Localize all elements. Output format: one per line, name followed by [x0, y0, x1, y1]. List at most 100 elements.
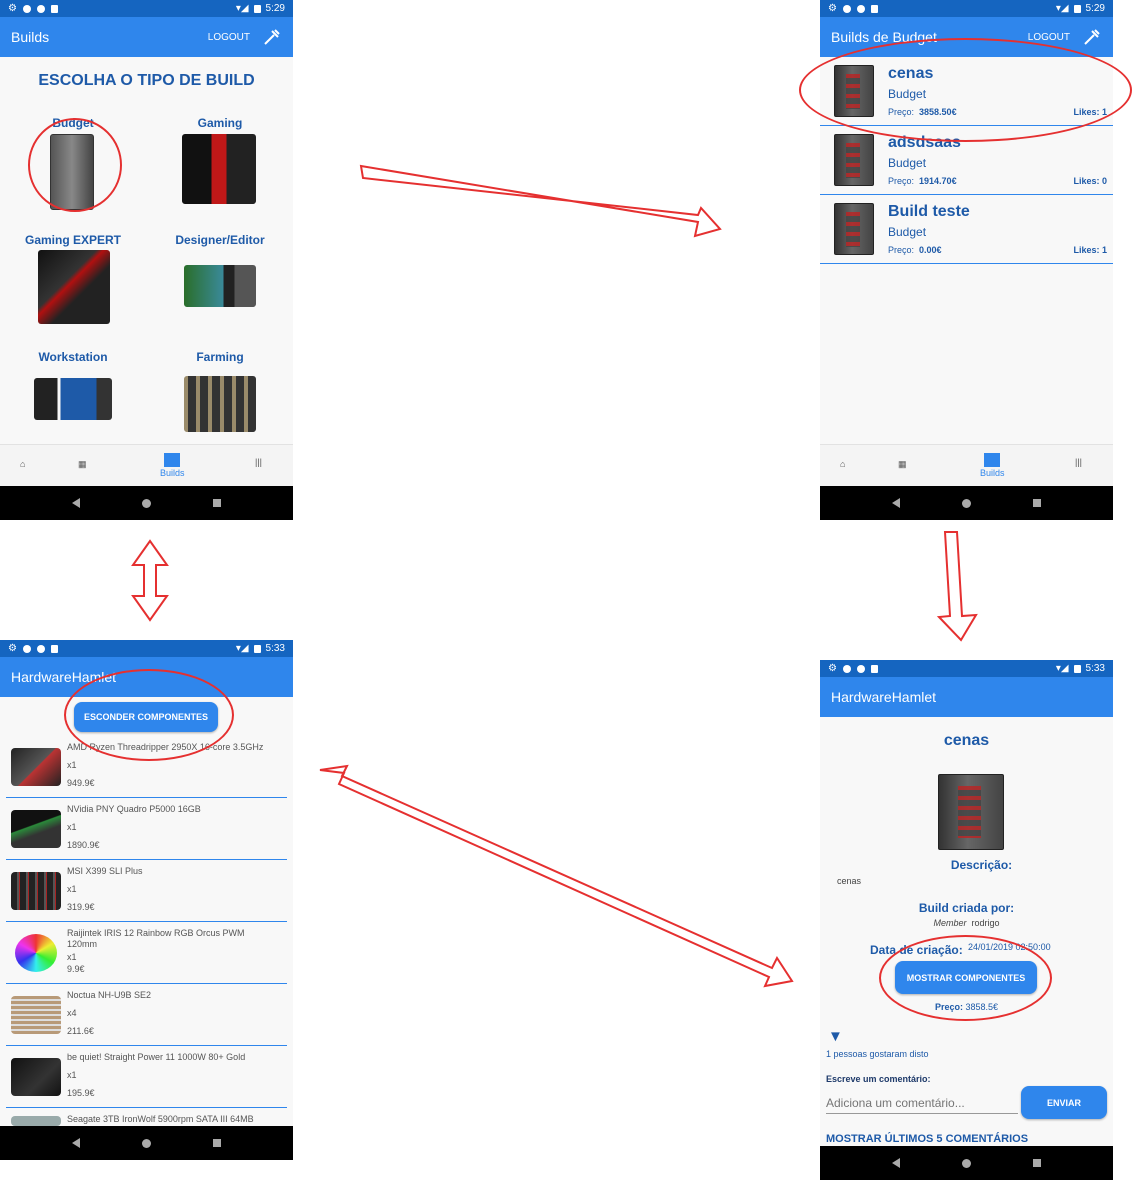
pc-case-icon — [834, 203, 874, 255]
tab-gpu[interactable]: ▦ — [78, 459, 87, 470]
page-title: Builds de Budget — [831, 29, 937, 45]
component-price: 949.9€ — [67, 778, 95, 788]
screen-components: ⚙ ▾◢ 5:33 HardwareHamlet ESCONDER COMPONE… — [0, 640, 293, 1160]
category-workstation[interactable]: Workstation — [13, 350, 133, 364]
circle-icon — [36, 644, 45, 653]
build-name: cenas — [888, 65, 934, 82]
designer-pc-icon[interactable] — [184, 265, 256, 307]
status-bar: ⚙ ▾◢ 5:29 — [820, 0, 1113, 17]
logout-button[interactable]: LOGOUT — [1028, 32, 1070, 43]
mining-rig-icon[interactable] — [184, 376, 256, 432]
home-nav-icon[interactable] — [962, 1158, 971, 1168]
category-budget[interactable]: Budget — [13, 116, 133, 130]
back-icon[interactable] — [892, 498, 900, 508]
app-bar: HardwareHamlet — [0, 657, 293, 697]
component-item[interactable]: Raijintek IRIS 12 Rainbow RGB Orcus PWM … — [6, 922, 287, 984]
recents-icon[interactable] — [1033, 499, 1041, 507]
category-gaming-expert[interactable]: Gaming EXPERT — [13, 233, 133, 247]
workstation-pc-icon[interactable] — [34, 378, 112, 420]
likes-text: 1 pessoas gostaram disto — [826, 1049, 929, 1059]
back-icon[interactable] — [72, 498, 80, 508]
gear-icon: ⚙ — [8, 643, 17, 654]
tab-home[interactable]: ⌂ — [20, 459, 25, 469]
home-nav-icon[interactable] — [142, 1138, 151, 1148]
home-icon: ⌂ — [840, 459, 846, 469]
expert-pc-icon[interactable] — [38, 250, 110, 324]
home-icon: ⌂ — [20, 459, 26, 469]
hard-drive-icon — [11, 1116, 61, 1126]
comment-input[interactable] — [826, 1092, 1018, 1114]
build-list-item[interactable]: adsdsaas Budget Preço: 1914.70€ Likes: 0 — [820, 126, 1113, 195]
app-bar: Builds LOGOUT — [0, 17, 293, 57]
back-icon[interactable] — [892, 1158, 900, 1168]
tab-stats[interactable]: ||| — [255, 457, 262, 467]
build-price: Preço: 0.00€ — [888, 245, 942, 255]
tab-stats[interactable]: ||| — [1075, 457, 1082, 467]
category-designer[interactable]: Designer/Editor — [160, 233, 280, 247]
shield-icon — [842, 664, 851, 673]
category-label: Farming — [196, 350, 244, 364]
component-item[interactable]: be quiet! Straight Power 11 1000W 80+ Go… — [6, 1046, 287, 1108]
tab-home[interactable]: ⌂ — [840, 459, 845, 469]
category-gaming[interactable]: Gaming — [160, 116, 280, 130]
logout-button[interactable]: LOGOUT — [208, 32, 250, 43]
component-item[interactable]: NVidia PNY Quadro P5000 16GB x1 1890.9€ — [6, 798, 287, 860]
page-title: HardwareHamlet — [831, 689, 937, 705]
gear-icon: ⚙ — [8, 3, 17, 14]
recents-icon[interactable] — [1033, 1159, 1041, 1167]
home-nav-icon[interactable] — [962, 498, 971, 508]
status-time: 5:29 — [1085, 3, 1105, 14]
tools-icon[interactable] — [1082, 27, 1102, 47]
tower-pc-icon[interactable] — [50, 134, 94, 210]
send-button[interactable]: ENVIAR — [1021, 1086, 1107, 1119]
component-item[interactable]: Noctua NH-U9B SE2 x4 211.6€ — [6, 984, 287, 1046]
show-last-comments-link[interactable]: MOSTRAR ÚLTIMOS 5 COMENTÁRIOS — [826, 1133, 1028, 1145]
build-list-item[interactable]: cenas Budget Preço: 3858.50€ Likes: 1 — [820, 57, 1113, 126]
back-icon[interactable] — [72, 1138, 80, 1148]
stats-icon: ||| — [1075, 457, 1083, 467]
gaming-pc-icon[interactable] — [182, 134, 256, 204]
pc-case-icon — [834, 65, 874, 117]
price-value: 3858.5€ — [965, 1002, 999, 1012]
arrow-updown-icon — [131, 539, 169, 622]
cpu-icon — [11, 748, 61, 786]
system-nav-bar — [820, 1146, 1113, 1180]
app-bar: HardwareHamlet — [820, 677, 1113, 717]
system-nav-bar — [0, 486, 293, 520]
created-by-label: Build criada por: — [918, 901, 1015, 915]
build-list-item[interactable]: Build teste Budget Preço: 0.00€ Likes: 1 — [820, 195, 1113, 264]
motherboard-icon — [11, 872, 61, 910]
home-nav-icon[interactable] — [142, 498, 151, 508]
thumbs-down-icon[interactable]: ▼ — [828, 1028, 843, 1045]
builds-icon — [164, 453, 181, 467]
recents-icon[interactable] — [213, 1139, 221, 1147]
component-name: be quiet! Straight Power 11 1000W 80+ Go… — [67, 1052, 246, 1062]
build-likes: Likes: 1 — [1073, 107, 1107, 117]
power-supply-icon — [11, 1058, 61, 1096]
gpu-card-icon — [11, 810, 61, 848]
component-price: 1890.9€ — [67, 840, 100, 850]
component-name: AMD Ryzen Threadripper 2950X 16-core 3.5… — [67, 742, 264, 752]
member-label: Member — [933, 918, 967, 928]
tools-icon[interactable] — [262, 27, 282, 47]
arrow-down-icon — [936, 531, 978, 642]
build-type: Budget — [888, 156, 927, 170]
status-bar: ⚙ ▾◢ 5:33 — [0, 640, 293, 657]
category-farming[interactable]: Farming — [160, 350, 280, 364]
screen-builds-budget: ⚙ ▾◢ 5:29 Builds de Budget LOGOUT cenas B… — [820, 0, 1113, 520]
hide-components-button[interactable]: ESCONDER COMPONENTES — [74, 702, 218, 732]
tab-gpu[interactable]: ▦ — [898, 459, 907, 470]
created-by-value: Member rodrigo — [820, 918, 1113, 928]
component-item[interactable]: AMD Ryzen Threadripper 2950X 16-core 3.5… — [6, 736, 287, 798]
component-item[interactable]: MSI X399 SLI Plus x1 319.9€ — [6, 860, 287, 922]
system-nav-bar — [0, 1126, 293, 1160]
recents-icon[interactable] — [213, 499, 221, 507]
gpu-icon: ▦ — [898, 459, 907, 469]
tab-builds[interactable]: Builds — [980, 453, 1005, 478]
build-type: Budget — [888, 87, 927, 101]
tab-label: Builds — [160, 468, 185, 478]
component-name: NVidia PNY Quadro P5000 16GB — [67, 804, 201, 814]
tab-builds[interactable]: Builds — [160, 453, 185, 478]
show-components-button[interactable]: MOSTRAR COMPONENTES — [895, 961, 1037, 994]
component-name: Raijintek IRIS 12 Rainbow RGB Orcus PWM … — [67, 928, 245, 949]
